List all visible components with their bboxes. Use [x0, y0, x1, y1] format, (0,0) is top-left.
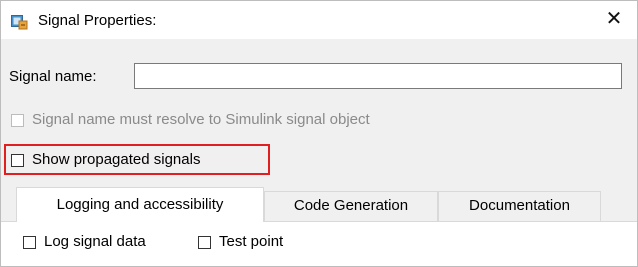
show-propagated-signals-checkbox[interactable] [11, 153, 24, 167]
show-propagated-signals-checkbox-row[interactable]: Show propagated signals [11, 150, 200, 170]
resolve-signal-object-checkbox-row: Signal name must resolve to Simulink sig… [11, 110, 370, 130]
tab-code-generation[interactable]: Code Generation [264, 191, 438, 221]
window-title: Signal Properties: [38, 12, 157, 29]
tab-documentation[interactable]: Documentation [438, 191, 601, 221]
test-point-label[interactable]: Test point [219, 232, 283, 252]
logging-tab-panel: Log signal data Test point [1, 221, 637, 266]
log-signal-data-label[interactable]: Log signal data [44, 232, 146, 252]
signal-name-label: Signal name: [9, 68, 97, 85]
resolve-signal-object-label: Signal name must resolve to Simulink sig… [32, 111, 370, 128]
dialog-body: Signal name: Signal name must resolve to… [1, 39, 637, 266]
test-point-checkbox-row[interactable]: Test point [198, 232, 283, 252]
show-propagated-signals-label[interactable]: Show propagated signals [32, 150, 200, 170]
tab-strip: Logging and accessibility Code Generatio… [1, 187, 637, 222]
signal-properties-dialog: Signal Properties: ✕ Signal name: Signal… [0, 0, 638, 267]
test-point-checkbox[interactable] [198, 235, 211, 249]
signal-name-input[interactable] [134, 63, 622, 89]
tab-logging-and-accessibility[interactable]: Logging and accessibility [16, 187, 264, 222]
title-bar[interactable]: Signal Properties: ✕ [1, 1, 637, 39]
log-signal-data-checkbox[interactable] [23, 235, 36, 249]
close-button[interactable]: ✕ [591, 1, 637, 39]
resolve-signal-object-checkbox [11, 113, 24, 127]
log-signal-data-checkbox-row[interactable]: Log signal data [23, 232, 146, 252]
close-icon: ✕ [605, 8, 623, 30]
simulink-block-icon [11, 15, 28, 30]
